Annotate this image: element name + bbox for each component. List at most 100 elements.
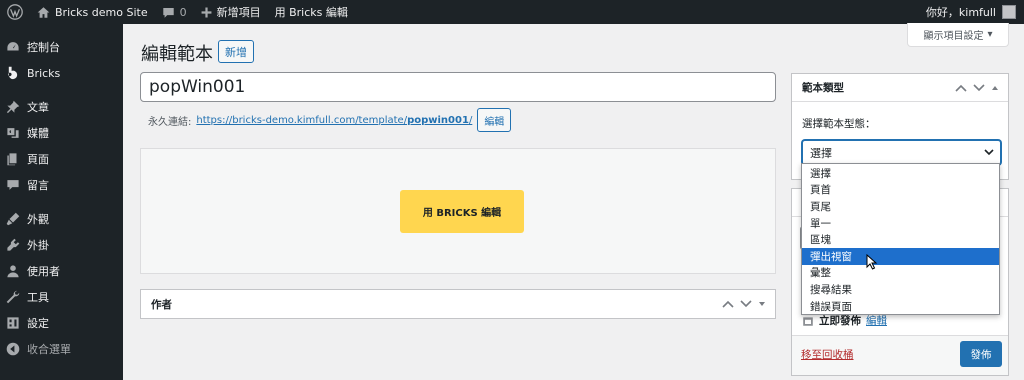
pushpin-icon — [6, 100, 20, 114]
menu-item-label: 使用者 — [27, 265, 60, 278]
bricks-edit-link[interactable]: 用 Bricks 編輯 — [268, 0, 355, 24]
avatar — [1002, 5, 1016, 19]
menu-item-label: Bricks — [27, 66, 61, 80]
bricks-editor-area: 用 BRICKS 編輯 — [140, 148, 776, 274]
template-type-header: 範本類型 — [792, 74, 1008, 102]
metabox-handles — [722, 300, 775, 308]
comments-count: 0 — [179, 5, 187, 19]
permalink-row: 永久連結: https://bricks-demo.kimfull.com/te… — [148, 108, 512, 132]
permalink-url-prefix: https://bricks-demo.kimfull.com/template… — [196, 114, 408, 126]
template-type-dropdown: 選擇 頁首 頁尾 單一 區塊 彈出視窗 彙整 搜尋結果 錯誤頁面 — [801, 163, 1000, 315]
collapse-menu-button[interactable]: 收合選單 — [0, 336, 123, 362]
greeting: 你好，kimfull — [925, 6, 996, 19]
menu-item-tools[interactable]: 工具 — [0, 284, 123, 310]
dropdown-option[interactable]: 區塊 — [802, 231, 999, 248]
author-metabox: 作者 — [140, 289, 776, 319]
dropdown-option-highlighted[interactable]: 彈出視窗 — [802, 247, 999, 265]
chevron-down-icon — [984, 149, 994, 156]
appearance-icon — [6, 212, 20, 226]
chevron-down-icon[interactable] — [973, 83, 985, 92]
author-metabox-header: 作者 — [141, 290, 775, 318]
template-type-title: 範本類型 — [802, 82, 844, 94]
publish-immediately-label: 立即發佈 — [819, 315, 861, 327]
dropdown-option[interactable]: 選擇 — [802, 165, 999, 182]
settings-icon — [7, 317, 19, 329]
menu-item-comments[interactable]: 留言 — [0, 172, 123, 198]
menu-item-label: 媒體 — [27, 127, 49, 140]
my-account-menu[interactable]: 你好，kimfull — [926, 0, 1024, 24]
template-type-label: 選擇範本型態： — [802, 118, 876, 130]
permalink-label: 永久連結: — [148, 116, 192, 128]
calendar-icon — [803, 316, 813, 326]
chevron-up-icon[interactable] — [955, 84, 967, 92]
dropdown-option[interactable]: 彙整 — [802, 265, 999, 282]
wordpress-logo-button[interactable] — [0, 0, 30, 24]
select-value: 選擇 — [810, 146, 832, 160]
menu-item-label: 外掛 — [27, 239, 49, 252]
dropdown-option[interactable]: 頁首 — [802, 182, 999, 199]
menu-item-pages[interactable]: 頁面 — [0, 146, 123, 172]
publish-immediately-row: 立即發佈 編輯 — [802, 313, 887, 328]
move-to-trash-link[interactable]: 移至回收桶 — [801, 347, 854, 362]
menu-item-posts[interactable]: 文章 — [0, 94, 123, 120]
menu-item-media[interactable]: 媒體 — [0, 120, 123, 146]
menu-item-label: 控制台 — [27, 41, 60, 54]
toggle-triangle-icon[interactable] — [991, 85, 999, 91]
toggle-triangle-icon[interactable] — [758, 301, 766, 307]
dropdown-option[interactable]: 單一 — [802, 215, 999, 232]
mouse-cursor-icon — [866, 254, 878, 270]
screen-options-button[interactable]: 顯示項目設定 ▾ — [907, 23, 1009, 47]
menu-item-label: 設定 — [27, 317, 49, 330]
add-new-button[interactable]: 新增 — [218, 40, 254, 63]
edit-publish-date-link[interactable]: 編輯 — [866, 313, 887, 328]
pages-icon — [7, 153, 17, 166]
site-name-link[interactable]: Bricks demo Site — [30, 0, 155, 24]
comments-link[interactable]: 0 — [155, 0, 194, 24]
edit-slug-button[interactable]: 編輯 — [477, 108, 512, 132]
new-item-menu[interactable]: 新增項目 — [194, 0, 268, 24]
permalink-slug: popwin001 — [407, 114, 469, 126]
dropdown-option[interactable]: 頁尾 — [802, 198, 999, 215]
menu-item-label: 外觀 — [27, 213, 49, 226]
collapse-arrow-icon — [6, 342, 20, 356]
menu-item-appearance[interactable]: 外觀 — [0, 206, 123, 232]
site-name: Bricks demo Site — [55, 5, 148, 19]
permalink-url[interactable]: https://bricks-demo.kimfull.com/template… — [196, 115, 472, 126]
chevron-down-icon[interactable] — [740, 300, 752, 308]
media-icon — [7, 128, 19, 138]
menu-item-plugins[interactable]: 外掛 — [0, 232, 123, 258]
admin-menu: 控制台 Bricks 文章 媒體 頁面 留言 外觀 外掛 使用者 工具 設定 收… — [0, 24, 123, 380]
menu-item-label: 留言 — [27, 179, 49, 192]
home-icon — [37, 6, 50, 18]
tools-icon — [6, 290, 20, 304]
menu-item-bricks[interactable]: Bricks — [0, 60, 123, 86]
author-metabox-title: 作者 — [151, 298, 172, 311]
bricks-logo-icon — [8, 66, 18, 80]
menu-item-label: 頁面 — [27, 153, 49, 166]
screen-options-label: 顯示項目設定 — [923, 31, 984, 42]
users-icon — [7, 265, 19, 278]
collapse-menu-label: 收合選單 — [27, 343, 71, 356]
menu-item-dashboard[interactable]: 控制台 — [0, 34, 123, 60]
plugins-icon — [7, 238, 20, 251]
dropdown-option[interactable]: 錯誤頁面 — [802, 298, 999, 315]
admin-bar: Bricks demo Site 0 新增項目 用 Bricks 編輯 你好，k… — [0, 0, 1024, 24]
comment-bubble-icon — [162, 7, 174, 18]
menu-item-label: 文章 — [27, 101, 49, 114]
chevron-up-icon[interactable] — [722, 300, 734, 308]
plus-icon — [201, 7, 212, 17]
menu-item-users[interactable]: 使用者 — [0, 258, 123, 284]
post-title-input[interactable] — [140, 72, 776, 102]
publish-button[interactable]: 發佈 — [960, 341, 1002, 367]
new-item-label: 新增項目 — [216, 6, 261, 19]
page-title: 編輯範本 — [141, 44, 213, 65]
metabox-handles — [955, 83, 1008, 92]
dropdown-option[interactable]: 搜尋結果 — [802, 281, 999, 298]
edit-with-bricks-button[interactable]: 用 BRICKS 編輯 — [400, 190, 524, 233]
menu-item-label: 工具 — [27, 291, 49, 304]
comments-icon — [7, 180, 19, 190]
menu-item-settings[interactable]: 設定 — [0, 310, 123, 336]
dashboard-icon — [7, 42, 19, 51]
template-type-select[interactable]: 選擇 — [802, 140, 1001, 165]
wordpress-logo-icon — [7, 4, 23, 20]
